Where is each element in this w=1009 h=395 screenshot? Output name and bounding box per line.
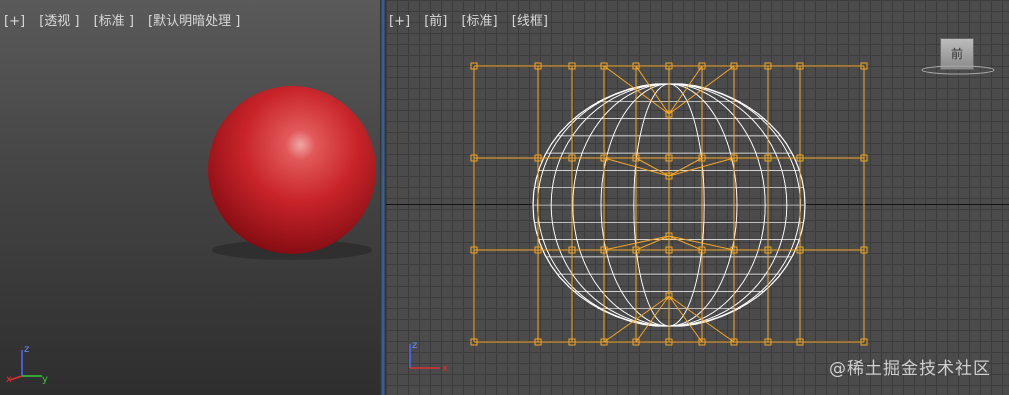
axis-gizmo-icon: z x [409,340,448,374]
lattice-deform-line [635,157,670,177]
svg-text:y: y [42,374,48,385]
red-sphere [208,86,376,254]
lattice-deform-line [635,295,670,343]
axis-gizmo-icon: z x y [6,344,48,385]
perspective-viewport[interactable]: [+] [透视 ] [标准 ] [默认明暗处理 ] z x y [0,0,380,395]
lattice-deform-line [668,235,703,251]
svg-text:x: x [442,363,448,374]
lattice-deform-line [635,235,670,251]
svg-text:z: z [412,340,417,351]
lattice-deform-line [668,157,703,177]
lattice-deform-line [668,65,703,115]
sphere-render [208,86,376,260]
lattice-deform-line [668,295,703,343]
watermark: @稀土掘金技术社区 [829,359,991,379]
front-viewport[interactable]: [+] [前] [标准] [线框] 前 z x @稀土掘金技术社区 [386,0,1009,395]
lattice-deform-line [635,65,670,115]
sphere-wireframe-with-ffd-lattice [470,62,868,346]
svg-text:z: z [24,344,29,355]
svg-text:x: x [6,374,12,385]
